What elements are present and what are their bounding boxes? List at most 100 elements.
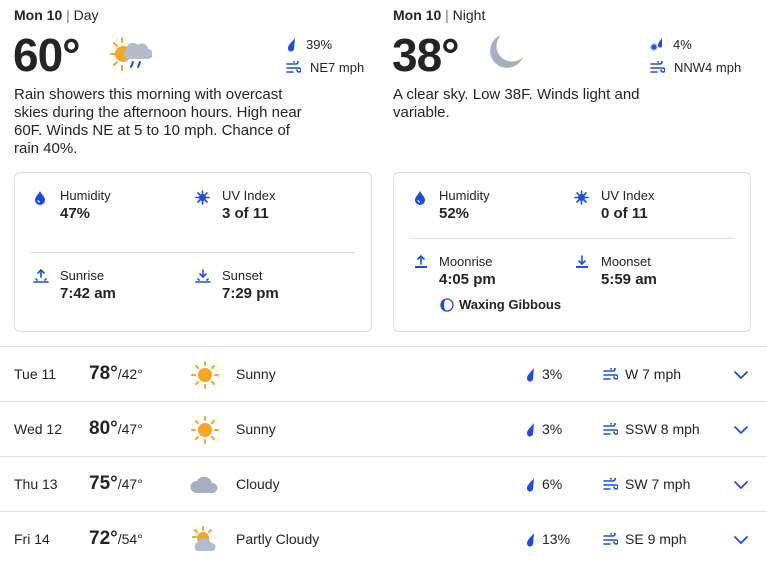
forecast-wind: SW 7 mph [603,457,690,511]
moonrise-icon [415,254,427,268]
chevron-down-icon[interactable] [733,532,749,550]
sunrise-label: Sunrise [60,268,105,283]
day-wind: NE7 mph [286,60,364,75]
cloud-icon [189,471,221,504]
night-narrative: A clear sky. Low 38F. Winds light and va… [393,86,640,121]
night-details-card: Humidity 52% UV Index 0 of 11 Moonrise 4… [393,172,751,332]
wind-icon [603,367,625,381]
day-part: Day [73,7,99,23]
night-date: Mon 10 [393,7,442,23]
forecast-precip: 3% [525,347,562,401]
uv-label: UV Index [222,188,276,203]
chevron-down-icon[interactable] [733,367,749,385]
uv-value: 0 of 11 [601,205,648,222]
forecast-precip-value: 3% [542,366,563,382]
forecast-temps: 75°/47° [89,457,143,512]
day-narrative: Rain showers this morning with overcast … [14,86,302,157]
night-precip-value: 4% [673,37,692,52]
chevron-down-icon[interactable] [733,422,749,440]
partly-cloudy-icon [189,526,221,559]
forecast-precip-value: 6% [542,476,563,492]
forecast-low: /42° [117,366,143,382]
raindrop-icon [525,532,542,547]
uv-value: 3 of 11 [222,205,269,222]
waxing-gibbous-icon [440,297,454,312]
sunset-label: Sunset [222,268,263,283]
details-divider [409,238,734,239]
forecast-wind: SSW 8 mph [603,402,700,456]
forecast-high: 72° [89,528,118,549]
forecast-low: /47° [117,421,143,437]
day-details-card: Humidity 47% UV Index 3 of 11 Sunrise 7:… [14,172,372,332]
moonrise-value: 4:05 pm [439,271,496,288]
moon-icon [487,33,525,76]
wind-icon [650,61,665,73]
forecast-condition: Cloudy [236,476,280,492]
wind-icon [603,422,625,436]
forecast-condition: Sunny [236,421,276,437]
night-header: Mon 10 | Night [393,7,485,23]
humidity-icon [415,191,425,205]
moonset-value: 5:59 am [601,271,657,288]
day-header: Mon 10 | Day [14,7,99,23]
sunrise-value: 7:42 am [60,285,116,302]
forecast-row[interactable]: Tue 11 78°/42° Sunny 3% W 7 mph [0,346,767,401]
sunset-icon [195,269,211,283]
chevron-down-icon[interactable] [733,477,749,495]
humidity-icon [35,191,45,205]
night-part: Night [452,7,486,23]
moonrise-label: Moonrise [439,254,493,269]
forecast-row[interactable]: Fri 14 72°/54° Partly Cloudy 13% SE 9 mph [0,511,767,566]
raindrop-icon [525,477,542,492]
forecast-wind-value: SSW 8 mph [625,421,700,437]
sunset-value: 7:29 pm [222,285,279,302]
sun-icon [189,416,221,449]
moonset-label: Moonset [601,254,651,269]
humidity-label: Humidity [439,188,490,203]
sun-icon [189,361,221,394]
moon-phase: Waxing Gibbous [440,297,561,312]
forecast-wind: W 7 mph [603,347,681,401]
forecast-high: 80° [89,418,118,439]
raindrop-icon [525,367,542,382]
day-precip-value: 39% [306,37,333,52]
forecast-date: Thu 13 [14,476,58,492]
sun-cloud-rain-icon [106,30,153,77]
forecast-high: 75° [89,473,118,494]
forecast-precip-value: 3% [542,421,563,437]
forecast-precip: 13% [525,512,570,566]
forecast-wind-value: SE 9 mph [625,531,687,547]
forecast-temps: 80°/47° [89,402,143,457]
details-divider [30,252,355,253]
forecast-wind-value: W 7 mph [625,366,682,382]
wind-icon [603,477,625,491]
moonset-icon [576,255,588,268]
header-separator: | [66,7,70,23]
forecast-low: /54° [117,531,143,547]
wind-icon [286,61,301,73]
day-date: Mon 10 [14,7,63,23]
day-precip: 39% [286,37,332,52]
forecast-precip-value: 13% [542,531,571,547]
uv-label: UV Index [601,188,655,203]
forecast-date: Tue 11 [14,366,57,382]
forecast-row[interactable]: Wed 12 80°/47° Sunny 3% SSW 8 mph [0,401,767,456]
forecast-precip: 3% [525,402,562,456]
night-wind-value: NNW4 mph [674,60,742,75]
forecast-wind: SE 9 mph [603,512,686,566]
snow-rain-icon [650,38,662,51]
forecast-date: Fri 14 [14,531,50,547]
forecast-high: 78° [89,363,118,384]
day-wind-value: NE7 mph [310,60,365,75]
forecast-row[interactable]: Thu 13 75°/47° Cloudy 6% SW 7 mph [0,456,767,511]
forecast-temps: 72°/54° [89,512,143,567]
forecast-temps: 78°/42° [89,347,143,402]
night-temperature: 38° [392,29,460,81]
sunrise-icon [33,269,49,283]
moon-phase-label: Waxing Gibbous [459,297,562,312]
forecast-condition: Sunny [236,366,276,382]
raindrop-icon [287,38,295,52]
night-wind: NNW4 mph [650,60,741,75]
forecast-precip: 6% [525,457,562,511]
wind-icon [603,532,625,546]
